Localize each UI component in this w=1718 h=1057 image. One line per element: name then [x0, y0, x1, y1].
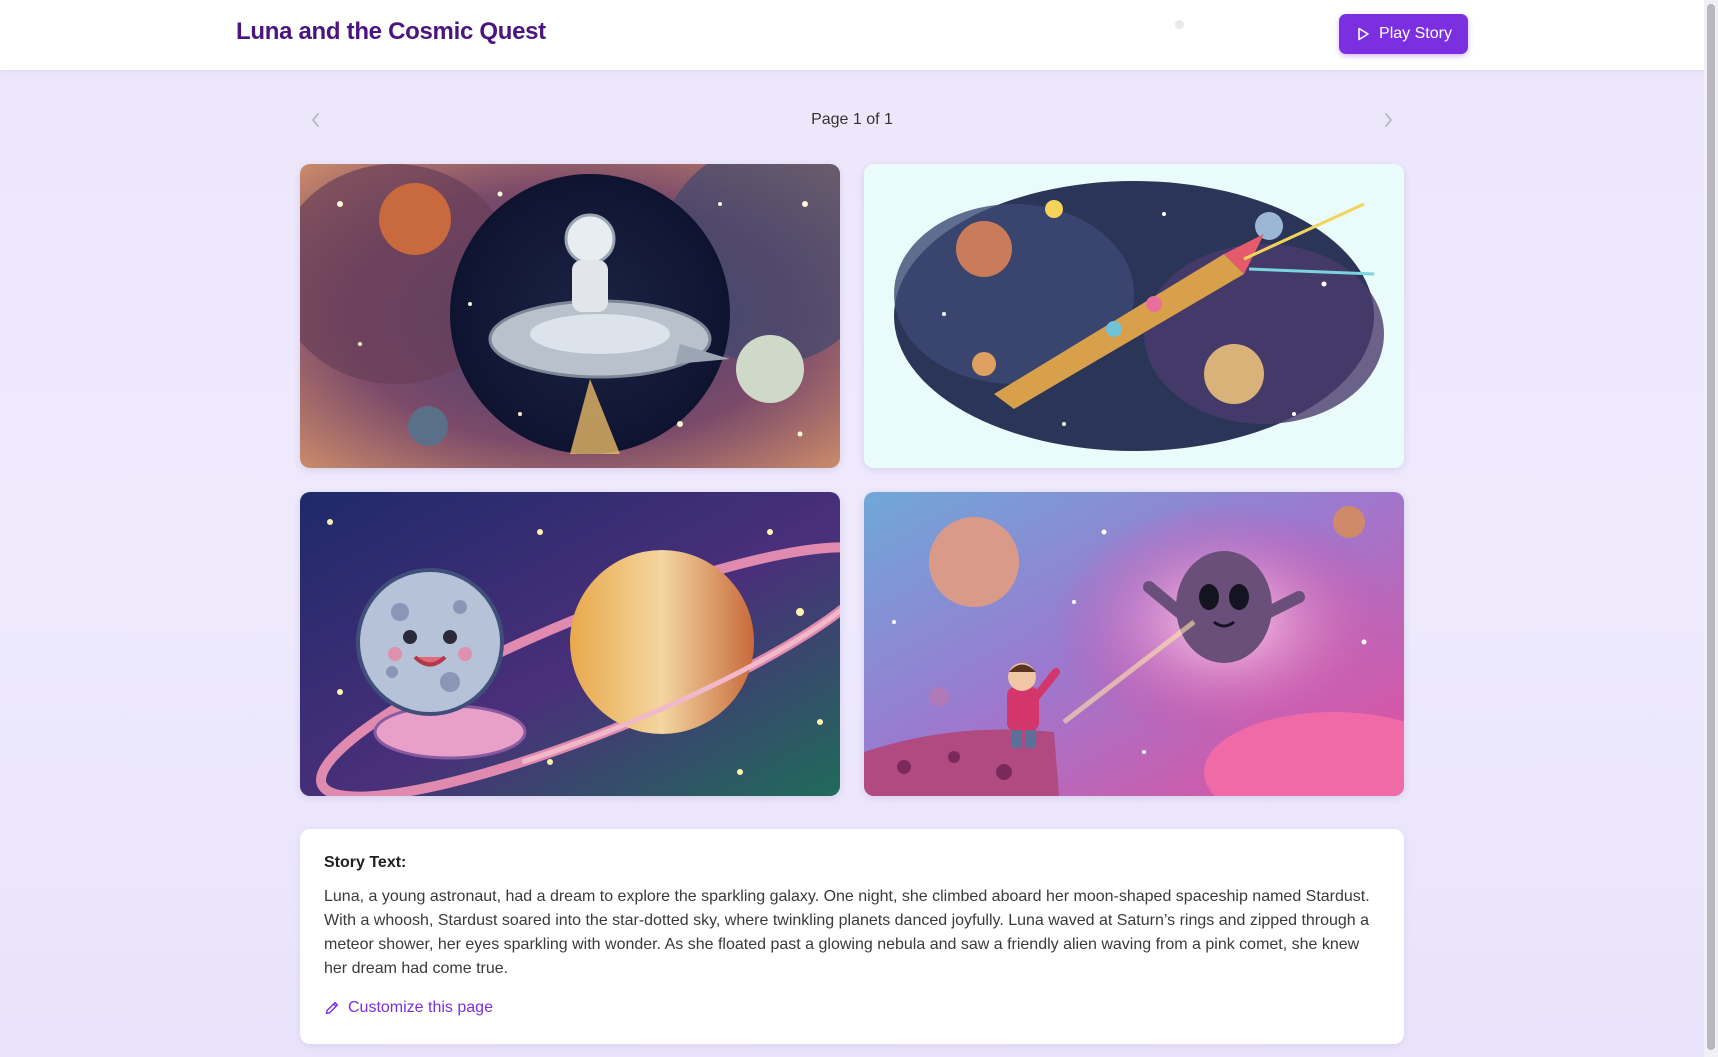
- pencil-icon: [325, 1001, 339, 1015]
- illustration-grid: [300, 164, 1404, 796]
- customize-page-label: Customize this page: [348, 999, 493, 1016]
- colorful-rocket-image[interactable]: [864, 164, 1404, 468]
- chevron-right-icon: [1385, 113, 1392, 127]
- play-story-label: Play Story: [1379, 25, 1452, 42]
- story-text-heading: Story Text:: [324, 854, 407, 871]
- customize-page-link[interactable]: Customize this page: [324, 999, 493, 1017]
- faded-nav-icon: [1175, 20, 1184, 29]
- page-scrollbar[interactable]: [1704, 0, 1718, 1057]
- story-text-body: Luna, a young astronaut, had a dream to …: [324, 888, 1370, 977]
- page-navigation: Page 1 of 1: [300, 104, 1404, 136]
- previous-page-button[interactable]: [300, 104, 332, 136]
- astronaut-on-spaceship-image[interactable]: [300, 164, 840, 468]
- play-icon: [1358, 27, 1369, 41]
- smiling-moon-and-saturn-image[interactable]: [300, 492, 840, 796]
- page-indicator: Page 1 of 1: [811, 111, 893, 128]
- story-title: Luna and the Cosmic Quest: [236, 18, 546, 45]
- scrollbar-thumb[interactable]: [1707, 4, 1715, 1050]
- child-and-friendly-alien-image[interactable]: [864, 492, 1404, 796]
- next-page-button[interactable]: [1372, 104, 1404, 136]
- top-bar: Luna and the Cosmic Quest Play Story: [0, 0, 1718, 71]
- story-text-panel: Story Text: Luna, a young astronaut, had…: [300, 829, 1404, 1044]
- faded-nav: [1175, 20, 1184, 29]
- play-story-button[interactable]: Play Story: [1339, 14, 1468, 54]
- chevron-left-icon: [312, 113, 319, 127]
